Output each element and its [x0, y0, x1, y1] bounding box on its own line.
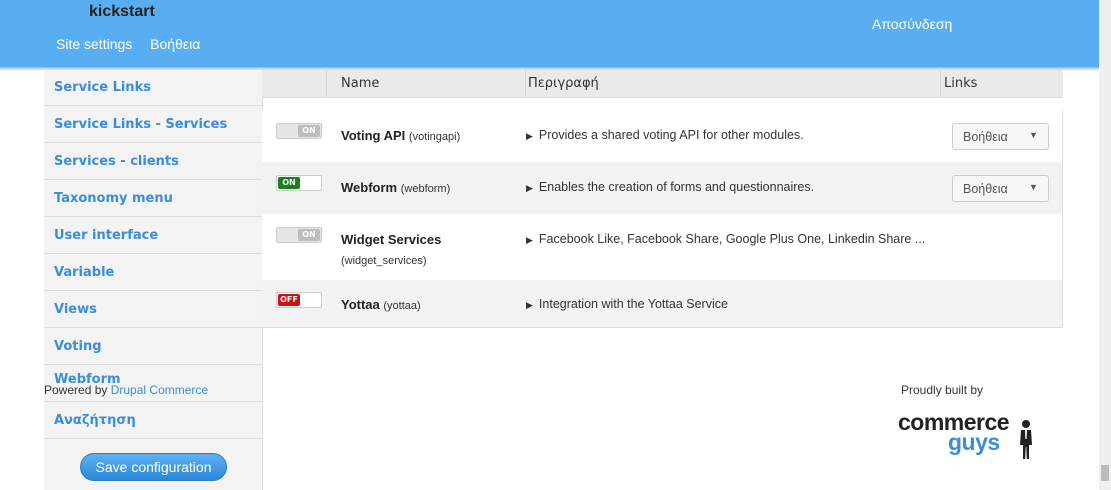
powered-by: Powered by Drupal Commerce	[44, 383, 208, 397]
column-header-description[interactable]: Περιγραφή	[528, 76, 599, 91]
toggle-label: OFF	[278, 294, 300, 306]
sidebar-item-service-links-services[interactable]: Service Links - Services	[44, 107, 262, 143]
sidebar-item-voting[interactable]: Voting	[44, 329, 262, 365]
help-button-label: Βοήθεια	[963, 182, 1008, 196]
powered-by-text: Powered by	[44, 383, 108, 397]
module-name: Webform (webform)	[341, 180, 450, 195]
scrollbar-thumb[interactable]	[1101, 465, 1109, 481]
sidebar-item-taxonomy-menu[interactable]: Taxonomy menu	[44, 181, 262, 217]
module-machine-name: (webform)	[400, 183, 451, 195]
help-dropdown-button[interactable]: Βοήθεια ▼	[952, 175, 1049, 202]
sidebar-item-label: Αναζήτηση	[54, 413, 136, 428]
module-name: Widget Services	[341, 232, 441, 247]
module-title: Widget Services	[341, 232, 442, 247]
column-divider	[525, 70, 526, 97]
module-toggle-yottaa[interactable]: OFF	[276, 292, 322, 308]
toggle-label: ON	[278, 177, 300, 189]
module-description-text: Integration with the Yottaa Service	[538, 297, 728, 311]
table-row: ON Webform (webform) ▶ Enables the creati…	[262, 162, 1063, 214]
expand-triangle-icon: ▶	[526, 300, 533, 310]
logo-word-guys: guys	[948, 429, 1000, 455]
sidebar-item-variable[interactable]: Variable	[44, 255, 262, 291]
column-header-links[interactable]: Links	[944, 76, 977, 91]
vertical-scrollbar[interactable]	[1099, 0, 1111, 490]
sidebar-item-label: Service Links	[54, 80, 151, 95]
module-machine-name-line: (widget_services)	[341, 252, 427, 267]
toggle-label: ON	[298, 125, 320, 137]
site-settings-link[interactable]: Site settings	[56, 36, 132, 52]
module-toggle-votingapi[interactable]: ON	[276, 123, 322, 139]
module-machine-name: (yottaa)	[383, 300, 421, 312]
toggle-label: ON	[298, 229, 320, 241]
help-dropdown-button[interactable]: Βοήθεια ▼	[952, 123, 1049, 150]
sidebar-item-label: Voting	[54, 339, 102, 354]
commerce-guys-logo[interactable]: commerce guys	[898, 409, 1038, 461]
module-title: Webform	[341, 180, 398, 195]
help-button-label: Βοήθεια	[963, 130, 1008, 144]
site-logo[interactable]: kickstart	[89, 4, 155, 20]
sidebar-item-services-clients[interactable]: Services - clients	[44, 144, 262, 180]
table-row: ON Voting API (votingapi) ▶ Provides a sh…	[262, 110, 1063, 162]
column-divider	[940, 70, 941, 97]
module-description[interactable]: ▶ Provides a shared voting API for other …	[526, 128, 804, 142]
sidebar-item-views[interactable]: Views	[44, 292, 262, 328]
module-description-text: Provides a shared voting API for other m…	[538, 128, 804, 142]
sidebar-item-label: Taxonomy menu	[54, 191, 173, 206]
module-toggle-widget-services[interactable]: ON	[276, 227, 322, 243]
module-description[interactable]: ▶ Integration with the Yottaa Service	[526, 297, 728, 311]
module-description[interactable]: ▶ Enables the creation of forms and quest…	[526, 180, 814, 194]
sidebar: Service Links Service Links - Services S…	[44, 70, 263, 490]
column-divider	[326, 70, 327, 97]
module-toggle-webform[interactable]: ON	[276, 175, 322, 191]
expand-triangle-icon: ▶	[526, 131, 533, 141]
module-description-text: Facebook Like, Facebook Share, Google Pl…	[538, 232, 926, 246]
built-by-text: Proudly built by	[901, 383, 984, 397]
column-header-name[interactable]: Name	[341, 76, 379, 91]
sidebar-item-label: User interface	[54, 228, 159, 243]
module-machine-name: (votingapi)	[408, 131, 461, 143]
table-header: Name Περιγραφή Links	[262, 70, 1063, 98]
module-title: Yottaa	[341, 297, 380, 312]
sidebar-item-service-links[interactable]: Service Links	[44, 70, 262, 106]
sidebar-item-label: Service Links - Services	[54, 117, 228, 132]
expand-triangle-icon: ▶	[526, 183, 533, 193]
sidebar-item-search[interactable]: Αναζήτηση	[44, 403, 262, 439]
module-name: Yottaa (yottaa)	[341, 297, 421, 312]
module-machine-name: (widget_services)	[341, 255, 427, 267]
expand-triangle-icon: ▶	[526, 235, 533, 245]
table-row: ON Widget Services (widget_services) ▶ Fa…	[262, 214, 1063, 280]
logout-link[interactable]: Αποσύνδεση	[872, 16, 952, 32]
modules-table: Name Περιγραφή Links ON Voting API (voti…	[262, 70, 1063, 328]
header-nav: Site settings Βοήθεια	[56, 36, 214, 52]
sidebar-item-label: Views	[54, 302, 97, 317]
businessman-icon	[1020, 420, 1032, 459]
drupal-commerce-link[interactable]: Drupal Commerce	[111, 383, 208, 397]
module-name: Voting API (votingapi)	[341, 128, 460, 143]
table-row: OFF Yottaa (yottaa) ▶ Integration with th…	[262, 280, 1063, 328]
module-description[interactable]: ▶ Facebook Like, Facebook Share, Google P…	[526, 232, 925, 246]
module-title: Voting API	[341, 128, 406, 143]
caret-down-icon: ▼	[1029, 182, 1038, 192]
help-link[interactable]: Βοήθεια	[150, 36, 200, 52]
caret-down-icon: ▼	[1029, 130, 1038, 140]
sidebar-item-user-interface[interactable]: User interface	[44, 218, 262, 254]
save-configuration-button[interactable]: Save configuration	[80, 453, 227, 481]
sidebar-item-label: Services - clients	[54, 154, 179, 169]
module-description-text: Enables the creation of forms and questi…	[538, 180, 815, 194]
top-header: kickstart Site settings Βοήθεια Αποσύνδε…	[0, 0, 1099, 67]
sidebar-item-label: Variable	[54, 265, 115, 280]
